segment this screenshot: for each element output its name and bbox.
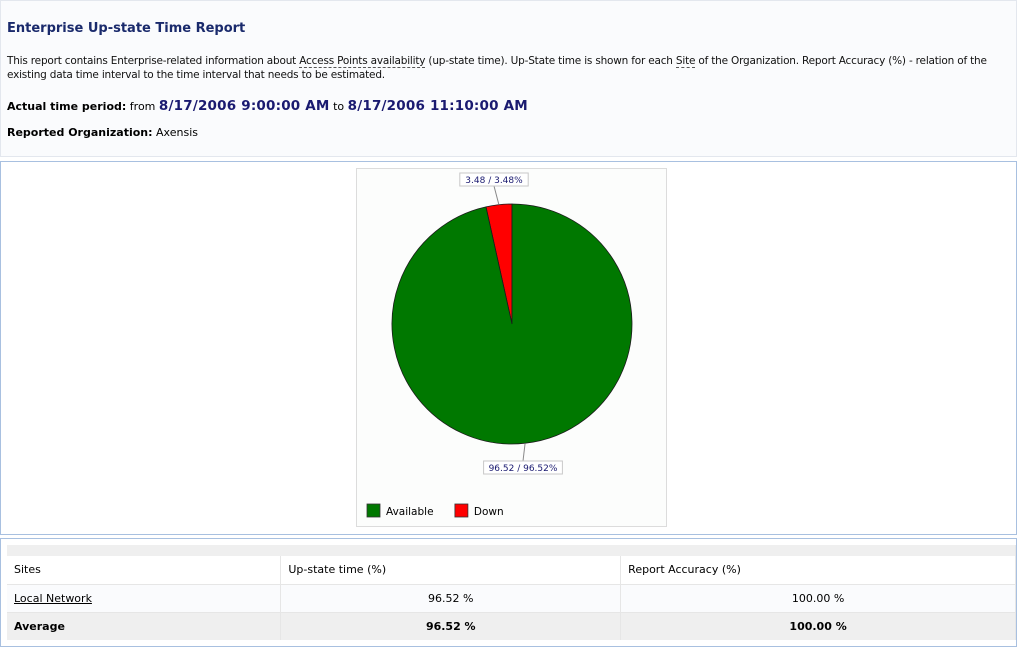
pie-chart: 96.52 / 96.52% 3.48 / 3.48% Available Down [366, 172, 633, 518]
legend-swatch-down [454, 503, 469, 518]
site-cell: Local Network [7, 584, 282, 613]
time-period-to: 8/17/2006 11:10:00 AM [347, 98, 528, 114]
time-period-from-word: from [129, 100, 156, 113]
organization-value: Axensis [156, 126, 198, 139]
time-period-to-word: to [333, 100, 345, 113]
label-leader-down [493, 185, 500, 205]
sites-table: Sites Up-state time (%) Report Accuracy … [7, 545, 1016, 640]
pie-chart-panel: 96.52 / 96.52% 3.48 / 3.48% Available Down [356, 168, 667, 527]
pie-slice-available[interactable] [391, 203, 633, 445]
data-label-available: 96.52 / 96.52% [489, 464, 558, 474]
table-row: Local Network 96.52 % 100.00 % [7, 584, 1016, 613]
time-period: Actual time period: from 8/17/2006 9:00:… [7, 98, 528, 114]
description-text-1: This report contains Enterprise-related … [7, 55, 300, 67]
accuracy-cell: 100.00 % [620, 584, 1016, 613]
report-header: Enterprise Up-state Time Report This rep… [0, 0, 1017, 157]
page-title: Enterprise Up-state Time Report [7, 21, 246, 36]
time-period-label: Actual time period: [7, 100, 127, 113]
legend-label-down: Down [474, 506, 504, 518]
uptime-cell: 96.52 % [280, 584, 622, 613]
table-top-band [7, 545, 1016, 556]
label-leader-available [522, 443, 526, 462]
data-label-down: 3.48 / 3.48% [465, 176, 523, 186]
average-uptime: 96.52 % [280, 612, 622, 640]
average-accuracy: 100.00 % [620, 612, 1016, 640]
column-header-sites[interactable]: Sites [7, 556, 282, 585]
report-description: This report contains Enterprise-related … [7, 54, 1012, 82]
reported-organization: Reported Organization: Axensis [7, 126, 198, 139]
term-site[interactable]: Site [675, 55, 695, 68]
term-access-points-availability[interactable]: Access Points availability [299, 55, 425, 68]
column-header-accuracy[interactable]: Report Accuracy (%) [620, 556, 1016, 585]
legend-label-available: Available [386, 506, 434, 518]
time-period-from: 8/17/2006 9:00:00 AM [158, 98, 330, 114]
table-average-row: Average 96.52 % 100.00 % [7, 612, 1016, 640]
sites-table-section: Sites Up-state time (%) Report Accuracy … [0, 538, 1017, 647]
legend-swatch-available [366, 503, 381, 518]
site-link-local-network[interactable]: Local Network [14, 592, 92, 605]
description-text-2: (up-state time). Up-State time is shown … [425, 55, 676, 67]
column-header-uptime[interactable]: Up-state time (%) [280, 556, 622, 585]
table-header-row: Sites Up-state time (%) Report Accuracy … [7, 556, 1016, 585]
organization-label: Reported Organization: [7, 126, 153, 139]
average-label: Average [7, 612, 282, 640]
chart-section: 96.52 / 96.52% 3.48 / 3.48% Available Down [0, 161, 1017, 535]
